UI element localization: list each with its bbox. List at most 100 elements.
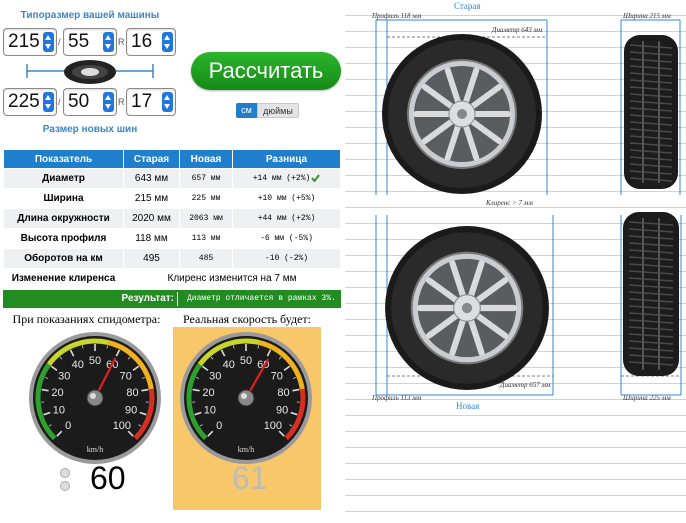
- result-bar: Результат: Диаметр отличается в рамках 3…: [3, 290, 341, 308]
- old-tire-tread-image: [624, 35, 678, 189]
- tire-link-icon: [26, 60, 154, 84]
- new-tire-side-image: [385, 226, 549, 390]
- gauge-tick-label: 80: [277, 387, 289, 399]
- table-row: Диаметр 643 мм 657 мм +14 мм (+2%): [3, 168, 341, 189]
- header-new: Новая: [179, 149, 233, 169]
- current-profile-value: 55: [68, 31, 90, 52]
- new-width-select[interactable]: 225: [3, 88, 57, 116]
- gauge-tick-label: 90: [125, 405, 137, 417]
- gauge-tick-label: 50: [89, 355, 101, 367]
- gauge-tick: [192, 388, 200, 392]
- unit-cm-toggle[interactable]: см: [236, 103, 257, 118]
- row-name: Длина окружности: [3, 208, 124, 229]
- new-rim-value: 17: [131, 91, 153, 112]
- header-old: Старая: [123, 149, 180, 169]
- shown-speed-input[interactable]: 60: [90, 460, 126, 497]
- unit-inch-toggle[interactable]: дюймы: [257, 103, 299, 118]
- calculate-button[interactable]: Рассчитать: [191, 52, 341, 90]
- header-difference: Разница: [232, 149, 341, 169]
- gauge-tick-label: 10: [204, 405, 216, 417]
- row-name: Оборотов на км: [3, 248, 124, 269]
- current-rim-select[interactable]: 16: [126, 28, 176, 56]
- new-profile-spinner-icon[interactable]: [103, 92, 114, 112]
- row-new: 113 мм: [179, 228, 233, 249]
- clearance-label: Изменение клиренса: [3, 268, 124, 289]
- new-profile-value: 50: [68, 91, 90, 112]
- gauge-tick-label: 30: [209, 371, 221, 383]
- table-row: Оборотов на км 495 485 -10 (-2%): [3, 248, 341, 269]
- current-width-select[interactable]: 215: [3, 28, 57, 56]
- gauge-tick-label: 30: [58, 371, 70, 383]
- real-speed-label: Реальная скорость будет:: [183, 312, 311, 326]
- shown-speed-label: При показаниях спидометра:: [12, 312, 161, 326]
- gauge-tick: [41, 388, 49, 392]
- row-new: 225 мм: [179, 188, 233, 209]
- speedometer-shown: 0102030405060708090100km/h: [29, 332, 161, 464]
- table-row: Длина окружности 2020 мм 2063 мм +44 мм …: [3, 208, 341, 229]
- gauge-hub-shine: [241, 393, 247, 399]
- row-diff: -6 мм (-5%): [232, 228, 341, 249]
- gauge-tick-label: 100: [113, 420, 131, 432]
- gauge-tick-label: 40: [72, 359, 84, 371]
- slash-separator: /: [58, 37, 61, 47]
- gauge-tick-label: 10: [53, 405, 65, 417]
- gauge-tick-label: 100: [264, 420, 282, 432]
- current-rim-value: 16: [131, 31, 153, 52]
- slash-separator: /: [58, 97, 61, 107]
- gauge-tick-label: 40: [223, 359, 235, 371]
- rim-logo: [461, 302, 473, 314]
- row-new: 485: [179, 248, 233, 269]
- row-new: 657 мм: [179, 168, 233, 189]
- new-size-title: Размер новых шин: [42, 124, 138, 135]
- new-rim-spinner-icon[interactable]: [162, 92, 173, 112]
- current-width-spinner-icon[interactable]: [43, 32, 54, 52]
- gauge-unit-label: km/h: [87, 445, 103, 454]
- current-width-value: 215: [8, 31, 40, 52]
- row-name: Высота профиля: [3, 228, 124, 249]
- gauge-tick-label: 0: [65, 420, 71, 432]
- result-value: Диаметр отличается в рамках 3%.: [187, 294, 336, 303]
- gauge-tick-label: 70: [271, 371, 283, 383]
- speedometer-real: 010203040 50 60708090100km/h: [180, 332, 312, 464]
- row-old: 215 мм: [123, 188, 180, 209]
- current-size-title: Типоразмер вашей машины: [20, 10, 160, 21]
- table-header-row: Показатель Старая Новая Разница: [3, 149, 341, 169]
- row-name: Диаметр: [3, 168, 124, 189]
- table-row: Изменение клиренса Клиренс изменится на …: [3, 268, 341, 289]
- gauge-tick: [292, 388, 300, 392]
- row-diff-text: +14 мм (+2%): [252, 174, 311, 184]
- real-speed-value: 61: [232, 460, 268, 496]
- table-row: Высота профиля 118 мм 113 мм -6 мм (-5%): [3, 228, 341, 249]
- new-width-spinner-icon[interactable]: [43, 92, 54, 112]
- new-tire-tread-image: [623, 212, 679, 376]
- row-diff: +14 мм (+2%): [232, 168, 341, 189]
- header-indicator: Показатель: [3, 149, 124, 169]
- gauge-tick-label: 20: [51, 387, 63, 399]
- gauge-tick: [141, 388, 149, 392]
- checkmark-icon: [311, 174, 321, 183]
- gauge-tick-label: 20: [202, 387, 214, 399]
- new-profile-select[interactable]: 50: [63, 88, 117, 116]
- current-profile-spinner-icon[interactable]: [103, 32, 114, 52]
- row-diff: +10 мм (+5%): [232, 188, 341, 209]
- r-separator: R: [118, 37, 125, 47]
- row-diff: +44 мм (+2%): [232, 208, 341, 229]
- speed-down-icon[interactable]: [60, 481, 70, 491]
- gauge-tick-label: 50: [240, 355, 252, 367]
- results-table: Показатель Старая Новая Разница Диаметр …: [3, 149, 341, 289]
- r-separator: R: [118, 97, 125, 107]
- result-label: Результат:: [121, 293, 174, 304]
- gauge-tick-label: 90: [276, 405, 288, 417]
- result-divider: [177, 292, 178, 306]
- speed-up-icon[interactable]: [60, 468, 70, 478]
- old-tire-side-image: [382, 34, 542, 194]
- clearance-value: Клиренс изменится на 7 мм: [123, 268, 341, 289]
- row-name: Ширина: [3, 188, 124, 209]
- row-old: 495: [123, 248, 180, 269]
- gauge-tick-label: 0: [216, 420, 222, 432]
- current-profile-select[interactable]: 55: [63, 28, 117, 56]
- new-rim-select[interactable]: 17: [126, 88, 176, 116]
- row-old: 643 мм: [123, 168, 180, 189]
- row-new: 2063 мм: [179, 208, 233, 229]
- current-rim-spinner-icon[interactable]: [162, 32, 173, 52]
